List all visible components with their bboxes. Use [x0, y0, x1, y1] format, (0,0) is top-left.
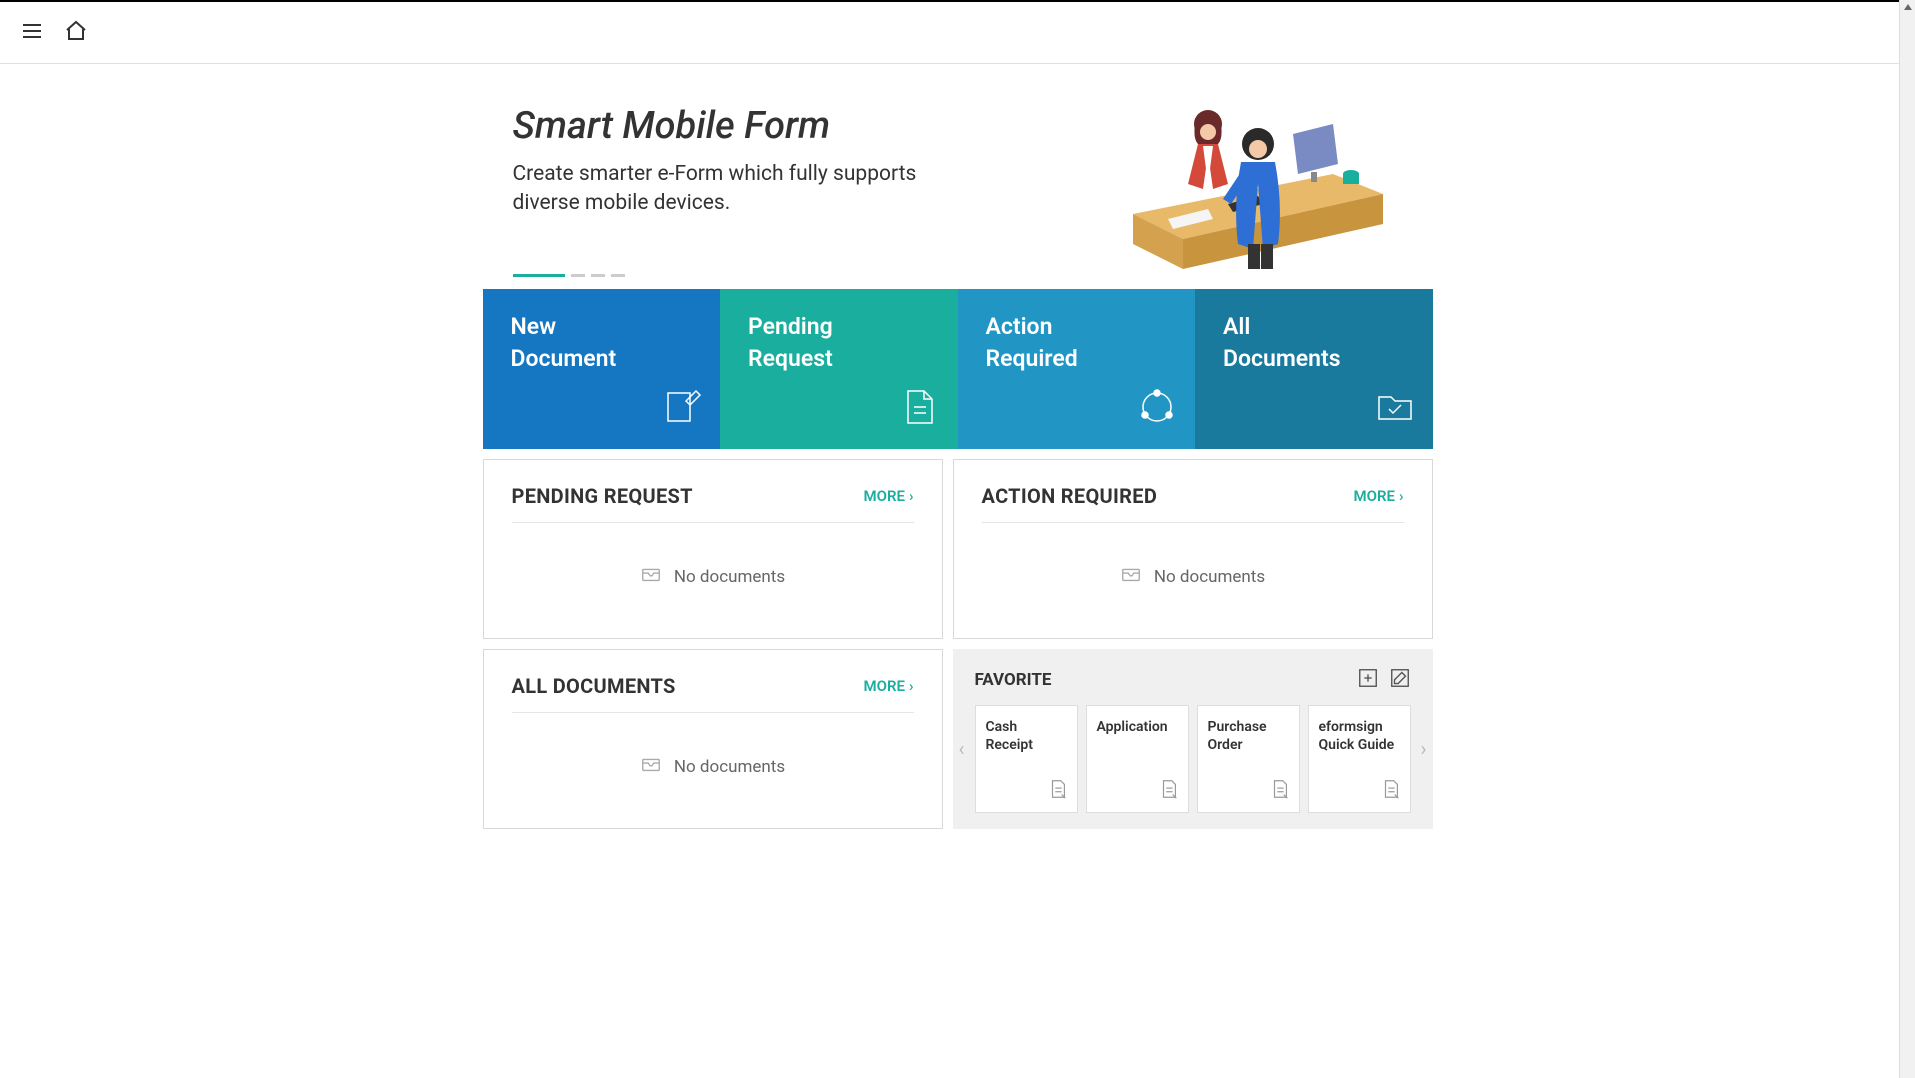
tile-label: New Document: [511, 311, 693, 375]
home-icon[interactable]: [64, 19, 88, 47]
add-icon[interactable]: [1357, 667, 1379, 693]
more-label: MORE: [864, 677, 905, 695]
panel-header: ACTION REQUIRED MORE ›: [982, 484, 1404, 523]
favorite-card[interactable]: Purchase Order: [1197, 705, 1300, 813]
tile-pending-request[interactable]: Pending Request: [720, 289, 958, 449]
tile-all-documents[interactable]: All Documents: [1195, 289, 1433, 449]
panels-grid: PENDING REQUEST MORE › No documents ACTI…: [483, 459, 1433, 829]
favorite-card-title: Application: [1097, 718, 1178, 736]
inbox-icon: [640, 563, 662, 590]
favorite-card-title: eformsign Quick Guide: [1319, 718, 1400, 754]
panel-header: PENDING REQUEST MORE ›: [512, 484, 914, 523]
favorite-card[interactable]: Application: [1086, 705, 1189, 813]
carousel-dot[interactable]: [513, 274, 565, 277]
favorite-card-title: Purchase Order: [1208, 718, 1289, 754]
tile-action-required[interactable]: Action Required: [958, 289, 1196, 449]
menu-icon[interactable]: [20, 19, 44, 47]
tile-new-document[interactable]: New Document: [483, 289, 721, 449]
favorite-card[interactable]: Cash Receipt: [975, 705, 1078, 813]
folder-check-icon: [1375, 387, 1415, 431]
document-edit-icon: [662, 387, 702, 431]
tile-label: All Documents: [1223, 311, 1405, 375]
more-link[interactable]: MORE ›: [1354, 487, 1404, 505]
edit-icon[interactable]: [1389, 667, 1411, 693]
hero-illustration: [1113, 84, 1393, 284]
document-icon: [1380, 778, 1402, 804]
hero-banner: Smart Mobile Form Create smarter e-Form …: [483, 64, 1433, 289]
more-link[interactable]: MORE ›: [864, 487, 914, 505]
carousel-dot[interactable]: [571, 274, 585, 277]
action-tiles: New Document Pending Request Action Requ…: [483, 289, 1433, 449]
favorite-header: FAVORITE: [975, 667, 1411, 693]
panel-title: FAVORITE: [975, 670, 1052, 690]
tile-label: Action Required: [986, 311, 1168, 375]
panel-all-documents: ALL DOCUMENTS MORE › No documents: [483, 649, 943, 829]
panel-action-required: ACTION REQUIRED MORE › No documents: [953, 459, 1433, 639]
carousel-dot[interactable]: [591, 274, 605, 277]
favorite-card-title: Cash Receipt: [986, 718, 1067, 754]
empty-state: No documents: [512, 523, 914, 610]
document-icon: [1269, 778, 1291, 804]
favorite-actions: [1357, 667, 1411, 693]
more-link[interactable]: MORE ›: [864, 677, 914, 695]
panel-title: ACTION REQUIRED: [982, 484, 1158, 508]
document-icon: [900, 387, 940, 431]
topbar: [0, 0, 1915, 64]
document-icon: [1158, 778, 1180, 804]
cycle-icon: [1137, 387, 1177, 431]
chevron-right-icon: ›: [909, 677, 914, 695]
more-label: MORE: [864, 487, 905, 505]
tile-label: Pending Request: [748, 311, 930, 375]
carousel-next-icon[interactable]: ›: [1420, 737, 1426, 761]
empty-state: No documents: [512, 713, 914, 800]
favorite-cards: Cash Receipt Application Purchase Order …: [975, 705, 1411, 813]
panel-header: ALL DOCUMENTS MORE ›: [512, 674, 914, 713]
panel-title: ALL DOCUMENTS: [512, 674, 676, 698]
carousel-dot[interactable]: [611, 274, 625, 277]
chevron-right-icon: ›: [909, 487, 914, 505]
inbox-icon: [1120, 563, 1142, 590]
inbox-icon: [640, 753, 662, 780]
more-label: MORE: [1354, 487, 1395, 505]
carousel-prev-icon[interactable]: ‹: [959, 737, 965, 761]
empty-text: No documents: [674, 757, 785, 777]
panel-pending-request: PENDING REQUEST MORE › No documents: [483, 459, 943, 639]
carousel-indicator: [513, 274, 625, 277]
main-content: Smart Mobile Form Create smarter e-Form …: [483, 64, 1433, 829]
panel-title: PENDING REQUEST: [512, 484, 693, 508]
hero-subtitle: Create smarter e-Form which fully suppor…: [513, 160, 943, 219]
empty-text: No documents: [1154, 567, 1265, 587]
scrollbar[interactable]: [1899, 0, 1915, 1078]
document-icon: [1047, 778, 1069, 804]
favorite-card[interactable]: eformsign Quick Guide: [1308, 705, 1411, 813]
empty-text: No documents: [674, 567, 785, 587]
empty-state: No documents: [982, 523, 1404, 610]
chevron-right-icon: ›: [1399, 487, 1404, 505]
panel-favorite: FAVORITE ‹ Cash Receipt Applicatio: [953, 649, 1433, 829]
